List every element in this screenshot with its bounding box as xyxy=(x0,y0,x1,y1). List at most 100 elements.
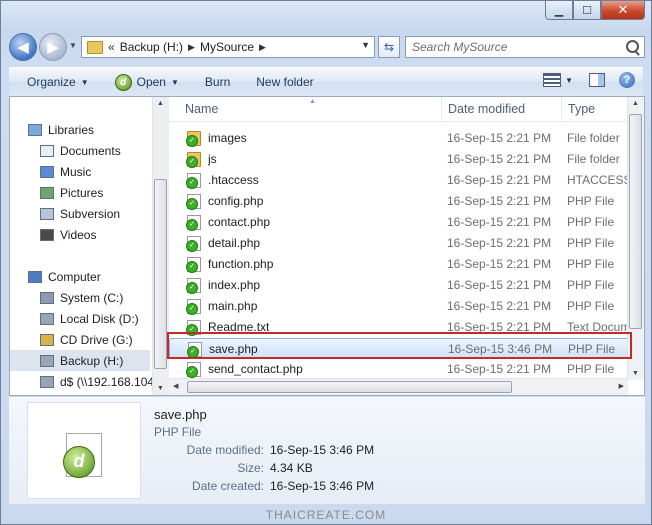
help-icon[interactable]: ? xyxy=(619,72,635,88)
scroll-up-icon[interactable]: ▲ xyxy=(157,100,164,107)
file-date-modified: 16-Sep-15 2:21 PM xyxy=(447,320,552,334)
file-date-modified: 16-Sep-15 2:21 PM xyxy=(447,236,552,250)
nav-item-system-c[interactable]: System (C:) xyxy=(40,287,123,308)
file-row[interactable]: ✓ function.php 16-Sep-15 2:21 PM PHP File xyxy=(169,254,631,275)
new-folder-label: New folder xyxy=(256,75,314,89)
nav-item-documents[interactable]: Documents xyxy=(40,140,121,161)
preview-pane-icon[interactable] xyxy=(589,73,605,87)
recent-pages-dropdown[interactable]: ▼ xyxy=(69,41,77,50)
horizontal-scrollbar[interactable]: ◀ ▶ xyxy=(169,378,628,395)
search-icon[interactable] xyxy=(626,40,639,53)
file-row[interactable]: ✓ .htaccess 16-Sep-15 2:21 PM HTACCESS xyxy=(169,170,631,191)
breadcrumb-backup[interactable]: Backup (H:) xyxy=(120,40,183,54)
file-row[interactable]: ✓ save.php 16-Sep-15 3:46 PM PHP File xyxy=(169,338,631,359)
scroll-down-icon[interactable]: ▼ xyxy=(632,370,639,377)
details-modified-label: Date modified: xyxy=(186,443,264,457)
file-list-scrollbar[interactable]: ▲ ▼ xyxy=(627,97,644,380)
nav-item-backup-h[interactable]: Backup (H:) xyxy=(10,350,150,371)
file-date-modified: 16-Sep-15 2:21 PM xyxy=(447,194,552,208)
nav-item-label: Documents xyxy=(60,143,121,158)
scroll-up-icon[interactable]: ▲ xyxy=(632,100,639,107)
breadcrumb-separator-icon[interactable]: ▶ xyxy=(259,42,266,53)
file-name: send_contact.php xyxy=(208,362,303,376)
burn-button[interactable]: Burn xyxy=(197,72,238,92)
file-icon: ✓ xyxy=(186,215,201,231)
file-icon: ✓ xyxy=(186,299,201,315)
refresh-icon: ⇆ xyxy=(383,40,395,54)
file-row[interactable]: ✓ send_contact.php 16-Sep-15 2:21 PM PHP Fi… xyxy=(169,359,631,380)
file-row[interactable]: ✓ contact.php 16-Sep-15 2:21 PM PHP File xyxy=(169,212,631,233)
file-icon: ✓ xyxy=(186,173,201,189)
file-type: PHP File xyxy=(567,257,615,271)
nav-item-videos[interactable]: Videos xyxy=(40,224,96,245)
navigation-pane: Libraries Documents Music Pictures Subversio… xyxy=(10,97,152,395)
chevron-down-icon: ▼ xyxy=(170,77,179,87)
column-header-date[interactable]: Date modified xyxy=(441,97,561,121)
nav-item-label: Libraries xyxy=(48,122,95,137)
open-button[interactable]: d Open ▼ xyxy=(107,71,187,94)
new-folder-button[interactable]: New folder xyxy=(248,72,321,92)
nav-item-music[interactable]: Music xyxy=(40,161,91,182)
back-button[interactable]: ◀ xyxy=(9,33,37,61)
file-row[interactable]: ✓ index.php 16-Sep-15 2:21 PM PHP File xyxy=(169,275,631,296)
file-name: main.php xyxy=(208,299,258,313)
file-row[interactable]: ✓ Readme.txt 16-Sep-15 2:21 PM Text Docum xyxy=(169,317,631,338)
close-button[interactable]: ✕ xyxy=(601,1,645,20)
videos-icon xyxy=(40,228,54,241)
refresh-button[interactable]: ⇆ xyxy=(378,36,400,58)
address-dropdown-icon[interactable]: ▼ xyxy=(361,40,370,50)
maximize-button[interactable]: ☐ xyxy=(573,1,601,20)
nav-item-pictures[interactable]: Pictures xyxy=(40,182,103,203)
nav-pane-scrollbar[interactable]: ▲ ▼ xyxy=(152,97,169,395)
php-file-icon: d xyxy=(63,433,102,478)
views-dropdown-icon[interactable]: ▼ xyxy=(565,76,573,85)
file-type: PHP File xyxy=(567,194,615,208)
nav-item-computer[interactable]: Computer xyxy=(28,266,101,287)
documents-icon xyxy=(40,144,54,157)
folder-icon xyxy=(87,40,103,54)
file-name: function.php xyxy=(208,257,274,271)
scroll-left-icon[interactable]: ◀ xyxy=(173,382,178,390)
file-date-modified: 16-Sep-15 2:21 PM xyxy=(447,173,552,187)
file-row[interactable]: ✓ config.php 16-Sep-15 2:21 PM PHP File xyxy=(169,191,631,212)
navigation-row: ◀ ▶ ▼ « Backup (H:) ▶ MySource ▶ ▼ ⇆ Sea… xyxy=(9,31,645,63)
scroll-right-icon[interactable]: ▶ xyxy=(619,382,624,390)
breadcrumb-mysource[interactable]: MySource xyxy=(200,40,254,54)
nav-item-subversion[interactable]: Subversion xyxy=(40,203,120,224)
details-created-label: Date created: xyxy=(191,479,264,493)
file-date-modified: 16-Sep-15 2:21 PM xyxy=(447,152,552,166)
file-date-modified: 16-Sep-15 2:21 PM xyxy=(447,362,552,376)
nav-pane-scroll-thumb[interactable] xyxy=(154,179,167,369)
file-name: index.php xyxy=(208,278,261,292)
address-bar[interactable]: « Backup (H:) ▶ MySource ▶ ▼ xyxy=(81,36,375,58)
search-input[interactable]: Search MySource xyxy=(405,36,645,58)
minimize-button[interactable]: ▁ xyxy=(545,1,573,20)
forward-button[interactable]: ▶ xyxy=(39,33,67,61)
horizontal-scroll-thumb[interactable] xyxy=(187,381,512,393)
folder-icon: ✓ xyxy=(186,131,201,147)
scroll-down-icon[interactable]: ▼ xyxy=(157,385,164,392)
breadcrumb-separator-icon[interactable]: ▶ xyxy=(188,42,195,53)
nav-item-local-disk-d[interactable]: Local Disk (D:) xyxy=(40,308,139,329)
change-view-icon[interactable] xyxy=(543,73,562,87)
file-type: File folder xyxy=(567,131,620,145)
dreamweaver-icon: d xyxy=(114,73,132,91)
svn-status-check-icon: ✓ xyxy=(186,240,198,252)
file-row[interactable]: ✓ images 16-Sep-15 2:21 PM File folder xyxy=(169,128,631,149)
file-list-scroll-thumb[interactable] xyxy=(629,114,642,329)
nav-item-d-192-168-104[interactable]: d$ (\\192.168.104 xyxy=(40,371,152,392)
file-row[interactable]: ✓ js 16-Sep-15 2:21 PM File folder xyxy=(169,149,631,170)
svn-status-check-icon: ✓ xyxy=(187,346,199,358)
nav-item-libraries[interactable]: Libraries xyxy=(28,119,94,140)
local-disk-icon xyxy=(40,312,54,325)
organize-button[interactable]: Organize ▼ xyxy=(19,72,97,92)
nav-item-label: Backup (H:) xyxy=(60,353,124,368)
folder-icon: ✓ xyxy=(186,152,201,168)
address-overflow[interactable]: « xyxy=(108,40,115,54)
nav-item-label: Videos xyxy=(60,227,97,242)
file-row[interactable]: ✓ main.php 16-Sep-15 2:21 PM PHP File xyxy=(169,296,631,317)
file-icon: ✓ xyxy=(186,194,201,210)
nav-item-cd-drive-g[interactable]: CD Drive (G:) xyxy=(40,329,133,350)
back-arrow-icon: ◀ xyxy=(17,39,29,56)
file-row[interactable]: ✓ detail.php 16-Sep-15 2:21 PM PHP File xyxy=(169,233,631,254)
